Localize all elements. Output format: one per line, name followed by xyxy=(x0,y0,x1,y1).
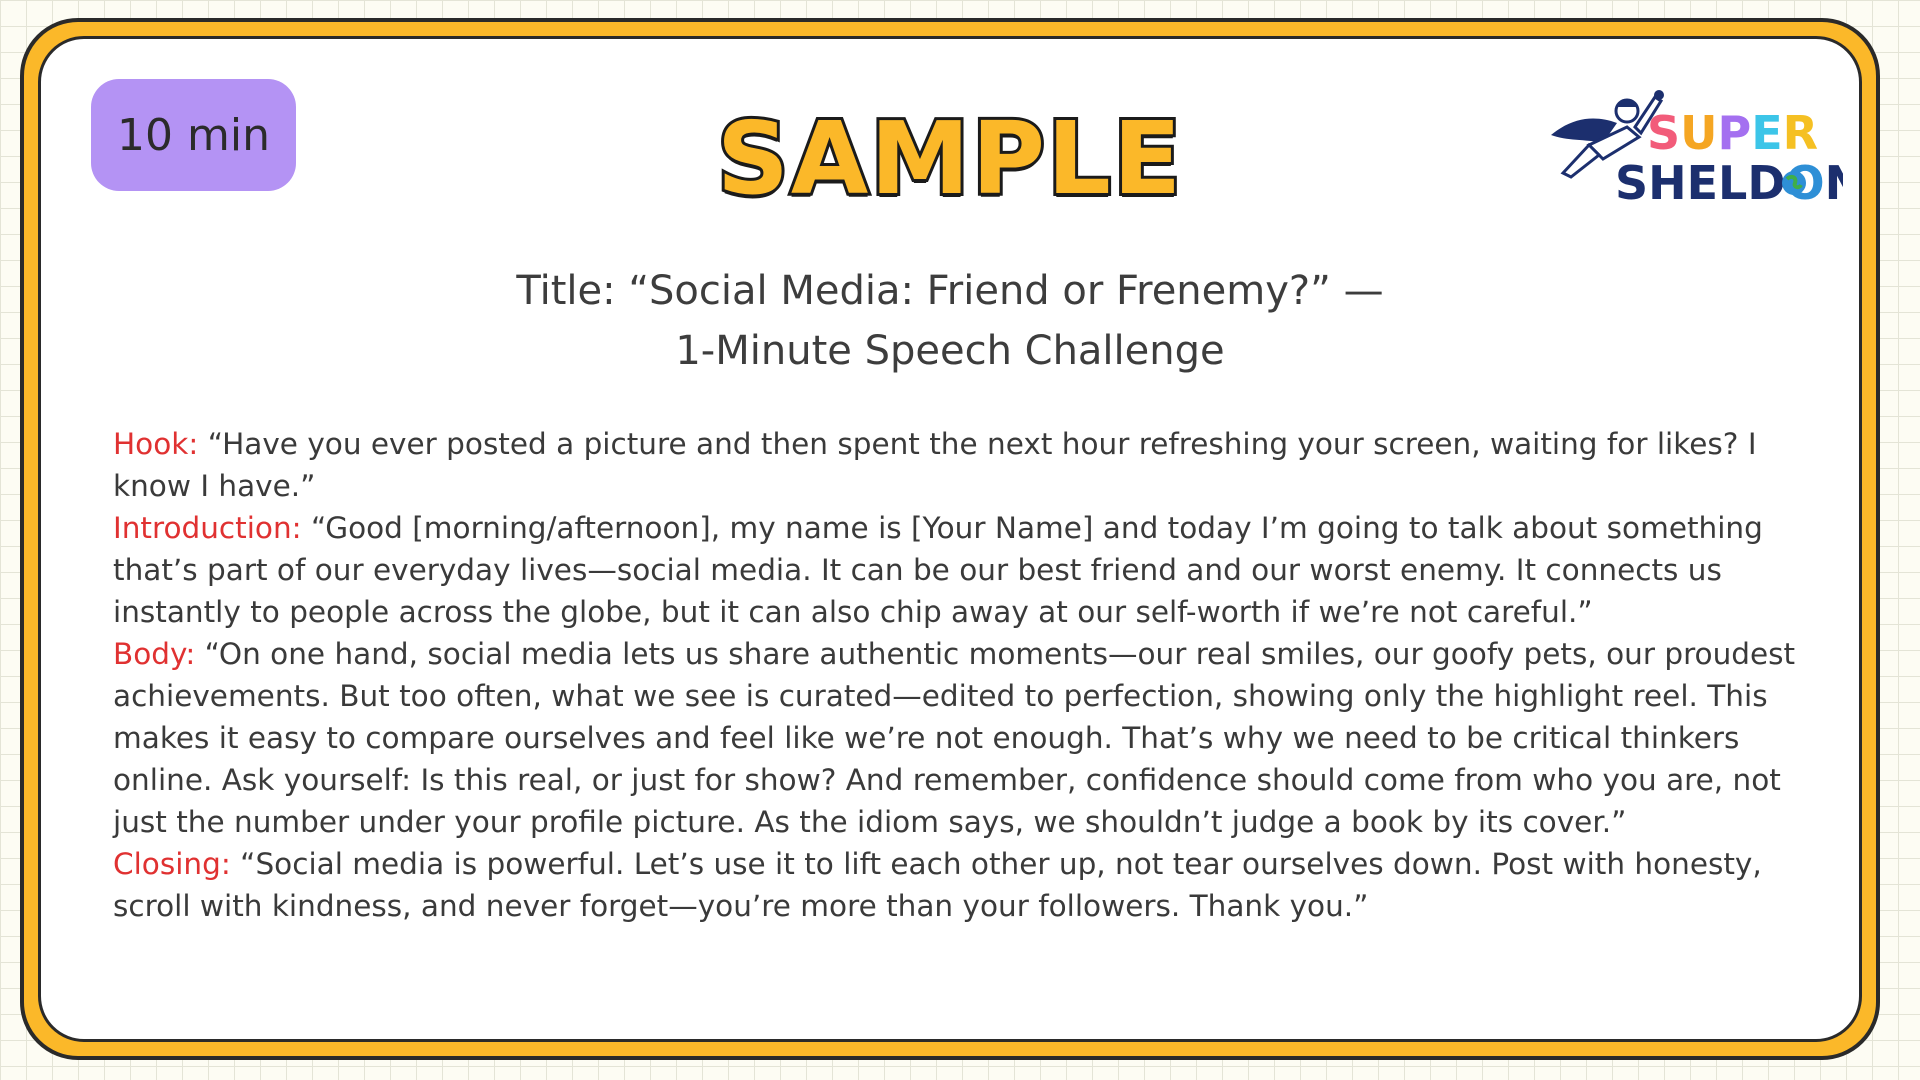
section-text: “Social media is powerful. Let’s use it … xyxy=(113,847,1762,923)
content-card: 10 min SAMPLE SUPER SHELD Title: “Social… xyxy=(38,36,1862,1042)
speech-title-line2: 1-Minute Speech Challenge xyxy=(675,328,1225,374)
speech-body: Hook: “Have you ever posted a picture an… xyxy=(113,423,1819,927)
section-label: Introduction: xyxy=(113,511,302,545)
svg-text:SUPER: SUPER xyxy=(1647,106,1818,160)
section-text: “Good [morning/afternoon], my name is [Y… xyxy=(113,511,1763,629)
super-sheldon-logo: SUPER SHELDON xyxy=(1543,77,1843,207)
svg-text:SHELDON: SHELDON xyxy=(1615,156,1843,207)
section-introduction: Introduction: “Good [morning/afternoon],… xyxy=(113,507,1819,633)
speech-title-line1: Title: “Social Media: Friend or Frenemy?… xyxy=(516,268,1384,314)
section-label: Closing: xyxy=(113,847,231,881)
logo-letter: R xyxy=(1783,106,1818,160)
section-label: Hook: xyxy=(113,427,199,461)
superhero-icon: SUPER SHELDON xyxy=(1551,90,1843,207)
page: { "badge": { "text": "10 min" }, "header… xyxy=(0,0,1920,1080)
logo-letter: S xyxy=(1647,106,1680,160)
section-text: “Have you ever posted a picture and then… xyxy=(113,427,1757,503)
section-hook: Hook: “Have you ever posted a picture an… xyxy=(113,423,1819,507)
logo-letter: U xyxy=(1680,106,1717,160)
logo-letter: E xyxy=(1751,106,1782,160)
section-text: “On one hand, social media lets us share… xyxy=(113,637,1796,839)
section-body: Body: “On one hand, social media lets us… xyxy=(113,633,1819,843)
section-label: Body: xyxy=(113,637,196,671)
logo-letter: P xyxy=(1718,106,1752,160)
speech-title: Title: “Social Media: Friend or Frenemy?… xyxy=(41,261,1859,381)
section-closing: Closing: “Social media is powerful. Let’… xyxy=(113,843,1819,927)
outer-frame: 10 min SAMPLE SUPER SHELD Title: “Social… xyxy=(20,18,1880,1060)
